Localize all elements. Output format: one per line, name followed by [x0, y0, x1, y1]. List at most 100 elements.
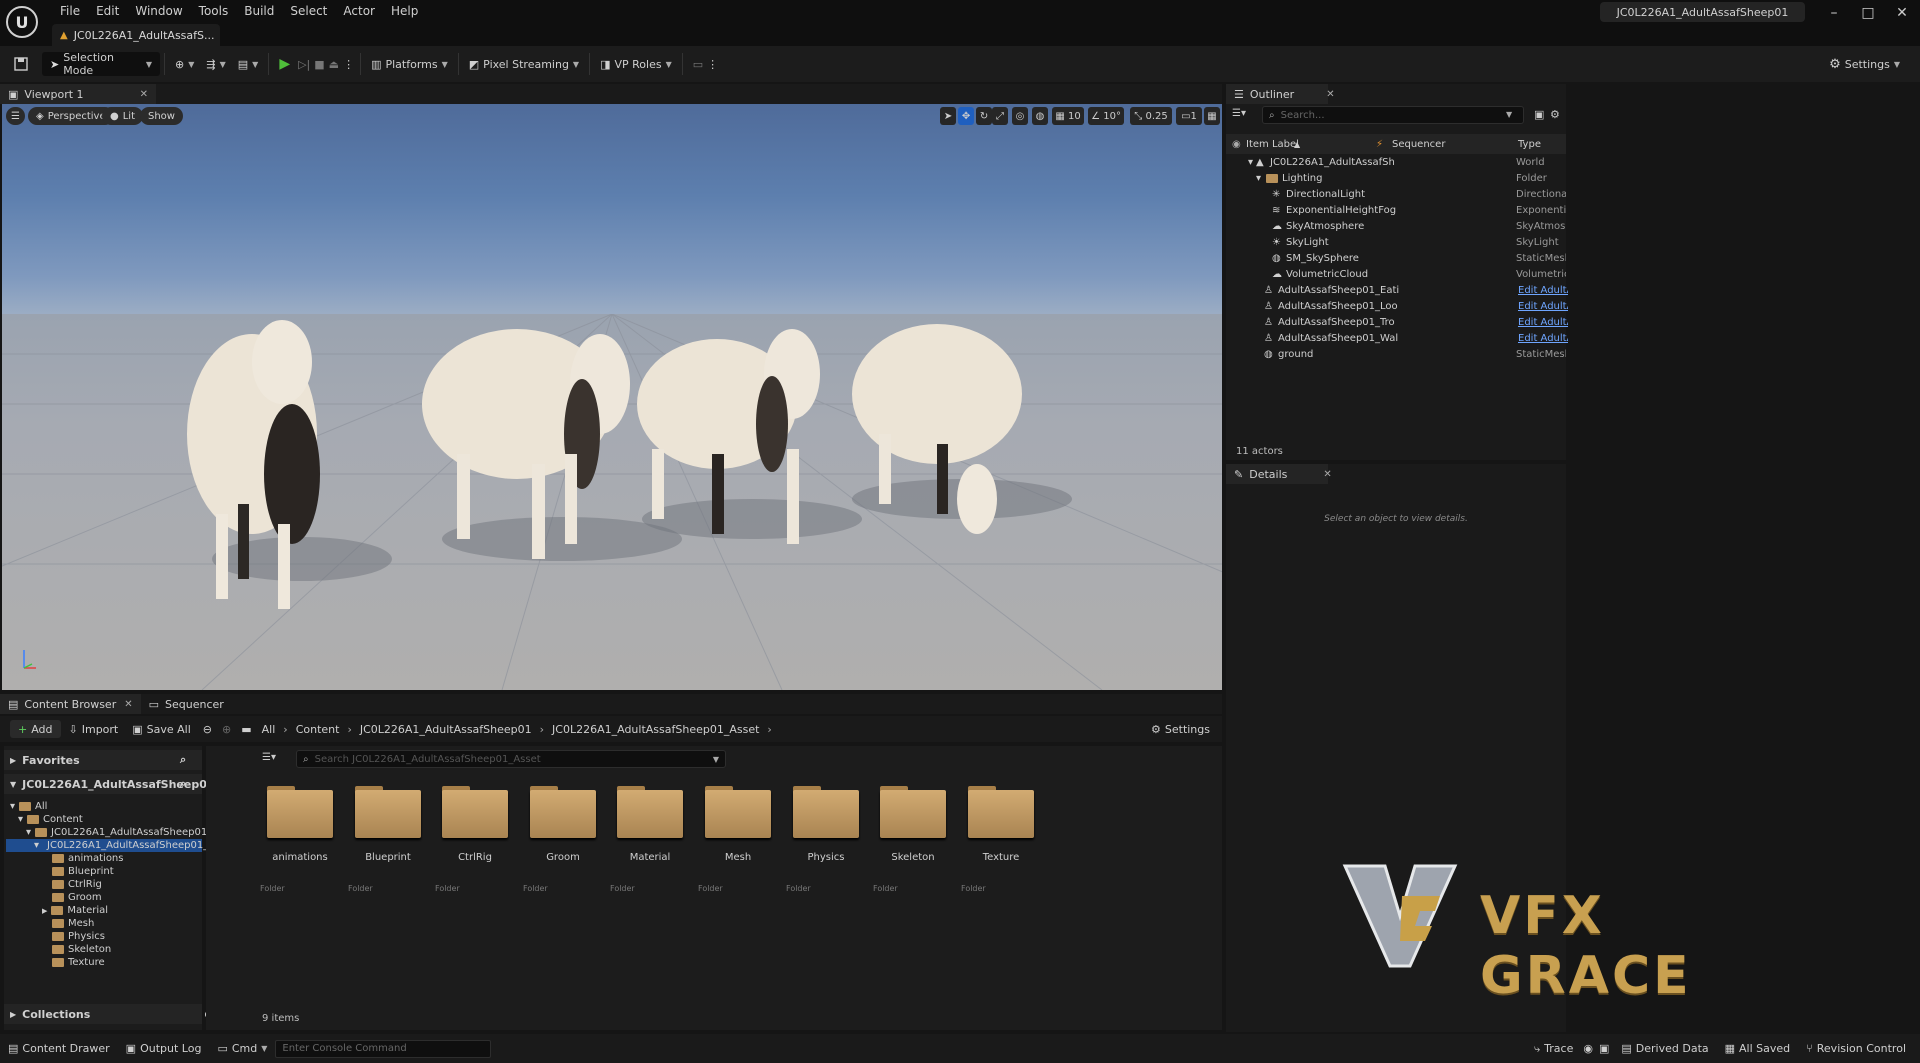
select-tool-icon[interactable]: ➤ [940, 107, 956, 125]
favorites-header[interactable]: ▶ Favorites ⌕ [4, 750, 202, 770]
minimize-icon[interactable]: – [1822, 4, 1846, 22]
folder-tile[interactable]: Texture Folder [961, 784, 1037, 893]
maximize-icon[interactable]: □ [1856, 4, 1880, 22]
tab-viewport[interactable]: ▣ Viewport 1 ✕ [0, 84, 156, 104]
edit-blueprint-link[interactable]: Edit AdultAs [1518, 285, 1568, 296]
tree-item-folder[interactable]: Groom [52, 891, 102, 904]
edit-blueprint-link[interactable]: Edit AdultAs [1518, 301, 1568, 312]
selection-mode-dropdown[interactable]: ➤ Selection Mode ▼ [42, 51, 160, 77]
cb-settings-button[interactable]: ⚙ Settings [1145, 717, 1216, 741]
lit-button[interactable]: ● Lit [102, 107, 144, 125]
menu-tools[interactable]: Tools [191, 2, 237, 20]
tree-item-folder[interactable]: Blueprint [52, 865, 114, 878]
save-icon[interactable] [0, 52, 34, 76]
close-icon[interactable]: ✕ [1323, 469, 1331, 480]
screenshot-button[interactable]: ▣ [1595, 1034, 1613, 1063]
search-icon[interactable]: ⌕ [180, 753, 186, 767]
pixel-streaming-dropdown[interactable]: ◩ Pixel Streaming ▼ [463, 52, 585, 76]
close-icon[interactable]: ✕ [1326, 89, 1334, 100]
stop-button[interactable]: ■ [312, 52, 326, 76]
viewport[interactable]: ☰ ◈ Perspective ● Lit Show ➤ ✥ ↻ ⤢ ◎ ◍ ▦ 1… [2, 104, 1222, 690]
back-icon[interactable]: ⊖ [199, 723, 216, 736]
console-input[interactable]: Enter Console Command [275, 1039, 492, 1058]
scale-snap-button[interactable]: ⤡ 0.25 [1130, 107, 1172, 125]
tab-sequencer[interactable]: ▭ Sequencer [141, 694, 232, 714]
viewport-menu-button[interactable]: ☰ [6, 107, 25, 125]
gear-icon[interactable]: ⚙ [1550, 108, 1560, 121]
menu-help[interactable]: Help [383, 2, 426, 20]
outliner-row-actor[interactable]: ✳ DirectionalLight DirectionalL [1226, 186, 1566, 202]
add-button[interactable]: + Add [10, 720, 61, 738]
menu-window[interactable]: Window [127, 2, 190, 20]
monitor-button[interactable]: ▭ ⋮ [687, 52, 724, 76]
folder-tile[interactable]: Blueprint Folder [348, 784, 424, 893]
breadcrumb-project[interactable]: JC0L226A1_AdultAssafSheep01 [356, 723, 536, 736]
tree-item-folder[interactable]: animations [52, 852, 123, 865]
forward-icon[interactable]: ⊕ [218, 723, 235, 736]
eject-button[interactable]: ⏏ [327, 52, 341, 76]
outliner-row-actor[interactable]: ◍ SM_SkySphere StaticMeshA [1226, 250, 1566, 266]
breadcrumb-content[interactable]: Content [292, 723, 344, 736]
unreal-logo-icon[interactable]: U [6, 6, 38, 38]
folder-tile[interactable]: CtrlRig Folder [435, 784, 511, 893]
record-button[interactable]: ◉ [1581, 1034, 1595, 1063]
close-window-icon[interactable]: ✕ [1890, 4, 1914, 22]
move-tool-icon[interactable]: ✥ [958, 107, 974, 125]
derived-data-button[interactable]: ▤ Derived Data [1613, 1034, 1716, 1063]
outliner-search-input[interactable]: ⌕ Search... [1262, 106, 1524, 124]
add-folder-icon[interactable]: ▣ [1534, 108, 1544, 121]
close-icon[interactable]: ✕ [124, 699, 132, 710]
content-drawer-button[interactable]: ▤ Content Drawer [0, 1034, 118, 1063]
column-sequencer[interactable]: Sequencer [1392, 139, 1445, 150]
search-icon[interactable]: ⌕ [180, 777, 186, 791]
asset-search-input[interactable]: ⌕ Search JC0L226A1_AdultAssafSheep01_Ass… [296, 750, 726, 768]
outliner-row-folder[interactable]: ▾ Lighting Folder [1226, 170, 1566, 186]
edit-blueprint-link[interactable]: Edit AdultAs [1518, 317, 1568, 328]
breadcrumb-all[interactable]: All [258, 723, 280, 736]
cmd-dropdown[interactable]: ▭ Cmd ▼ [209, 1034, 275, 1063]
tab-content-browser[interactable]: ▤ Content Browser ✕ [0, 694, 141, 714]
perspective-button[interactable]: ◈ Perspective [28, 107, 114, 125]
tree-item-folder[interactable]: Skeleton [52, 943, 111, 956]
outliner-row-actor[interactable]: ≋ ExponentialHeightFog ExponentialI [1226, 202, 1566, 218]
settings-button[interactable]: ⚙ Settings ▼ [1823, 52, 1906, 76]
outliner-row-world[interactable]: ▾ ▲ JC0L226A1_AdultAssafSh World [1226, 154, 1566, 170]
eye-icon[interactable]: ◉ [1232, 139, 1241, 150]
surface-snap-icon[interactable]: ◍ [1032, 107, 1048, 125]
breadcrumb-asset[interactable]: JC0L226A1_AdultAssafSheep01_Asset [548, 723, 763, 736]
tree-item-folder[interactable]: ▶ Material [42, 904, 108, 917]
tree-item-project[interactable]: ▾ JC0L226A1_AdultAssafSheep01 [26, 826, 207, 839]
tree-item-folder[interactable]: Mesh [52, 917, 94, 930]
folder-tile[interactable]: Groom Folder [523, 784, 599, 893]
outliner-row-actor[interactable]: ♙ AdultAssafSheep01_Eati Edit AdultAs [1226, 282, 1568, 298]
save-all-button[interactable]: ▣ Save All [126, 717, 197, 741]
menu-build[interactable]: Build [236, 2, 282, 20]
add-actor-button[interactable]: ⊕ ▼ [169, 52, 200, 76]
filter-icon[interactable]: ☰▾ [1232, 108, 1246, 119]
play-options-button[interactable]: ⋮ [341, 52, 356, 76]
outliner-row-actor[interactable]: ♙ AdultAssafSheep01_Loo Edit AdultAs [1226, 298, 1568, 314]
world-space-icon[interactable]: ◎ [1012, 107, 1028, 125]
outliner-row-actor[interactable]: ☁ SkyAtmosphere SkyAtmosph [1226, 218, 1566, 234]
outliner-row-actor[interactable]: ♙ AdultAssafSheep01_Tro Edit AdultAs [1226, 314, 1568, 330]
column-type[interactable]: Type [1518, 139, 1541, 150]
filter-icon[interactable]: ☰▾ [262, 752, 276, 763]
menu-actor[interactable]: Actor [335, 2, 383, 20]
collections-header[interactable]: ▶Collections⊕⌕ [4, 1004, 232, 1024]
all-saved-button[interactable]: ▦ All Saved [1717, 1034, 1799, 1063]
tree-item-folder[interactable]: CtrlRig [52, 878, 102, 891]
menu-file[interactable]: File [52, 2, 88, 20]
folder-tile[interactable]: Mesh Folder [698, 784, 774, 893]
play-button[interactable]: ▶ [273, 52, 296, 76]
project-root-header[interactable]: ▼ JC0L226A1_AdultAssafSheep01 ⌕ [4, 774, 215, 794]
tab-details[interactable]: ✎ Details ✕ [1226, 464, 1332, 484]
outliner-row-actor[interactable]: ☀ SkyLight SkyLight [1226, 234, 1566, 250]
tree-item-folder[interactable]: Texture [52, 956, 105, 969]
tree-item-asset-selected[interactable]: ▾ JC0L226A1_AdultAssafSheep01_Asset [6, 839, 236, 852]
vp-roles-dropdown[interactable]: ◨ VP Roles ▼ [594, 52, 678, 76]
tab-outliner[interactable]: ☰ Outliner ✕ [1226, 84, 1335, 104]
grid-snap-button[interactable]: ▦ 10 [1052, 107, 1084, 125]
camera-speed-button[interactable]: ▭ 1 [1176, 107, 1202, 125]
show-button[interactable]: Show [140, 107, 183, 125]
layout-icon[interactable]: ▦ [1204, 107, 1220, 125]
